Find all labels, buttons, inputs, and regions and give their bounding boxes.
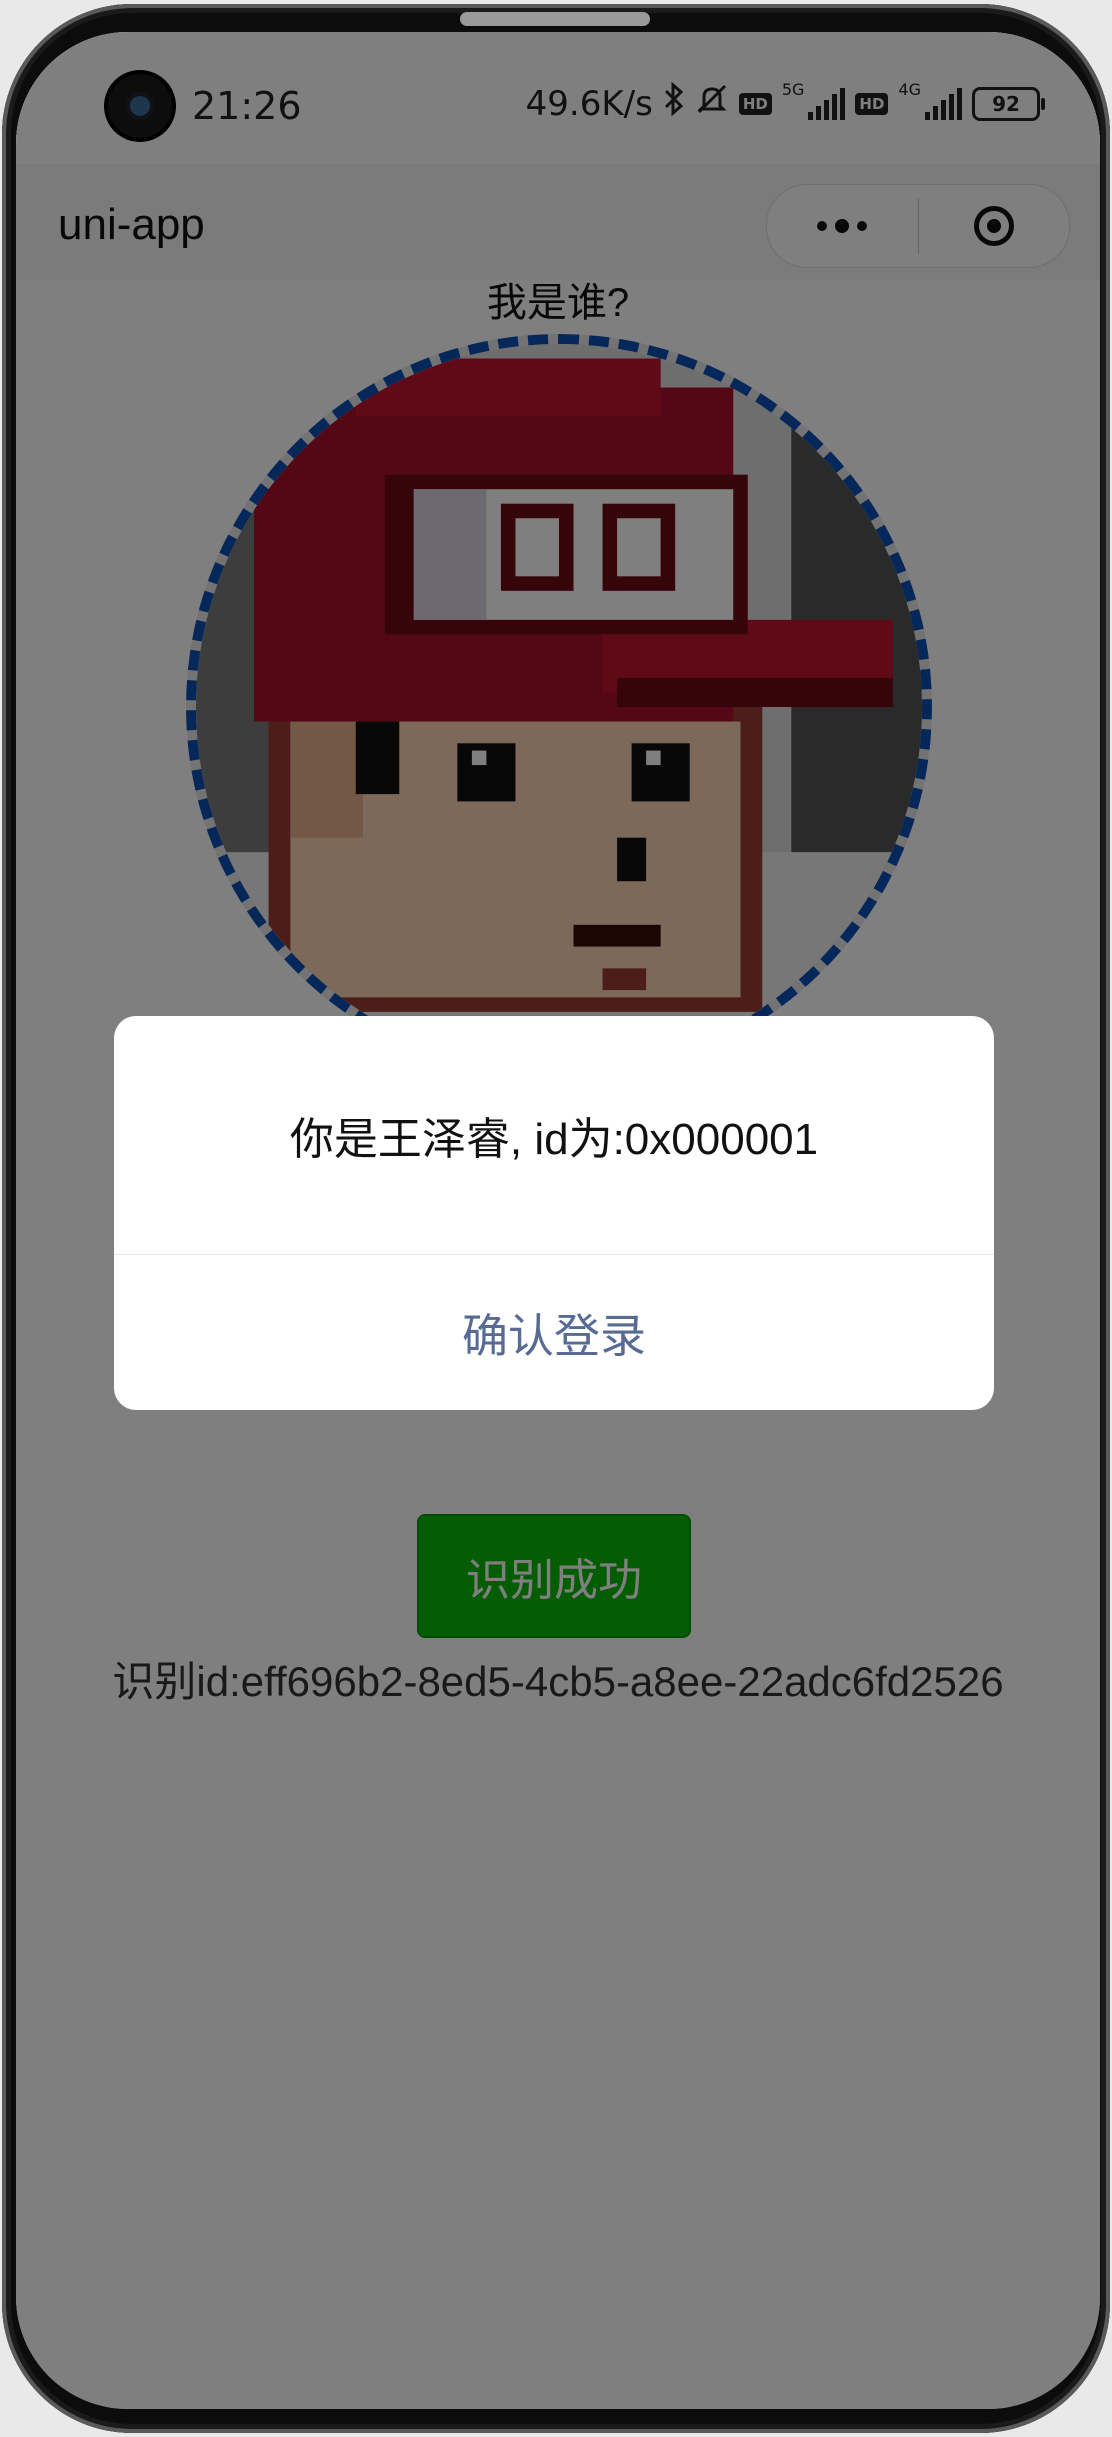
dialog-message: 你是王泽睿, id为:0x000001 — [289, 1115, 819, 1164]
confirm-login-button[interactable]: 确认登录 — [114, 1255, 994, 1410]
screen: 21:26 49.6K/s HD 5G HD 4G 92 uni-app — [16, 32, 1100, 2409]
phone-frame: 21:26 49.6K/s HD 5G HD 4G 92 uni-app — [2, 4, 1110, 2433]
confirm-dialog: 你是王泽睿, id为:0x000001 确认登录 — [114, 1016, 994, 1410]
phone-top-edge — [460, 12, 650, 26]
